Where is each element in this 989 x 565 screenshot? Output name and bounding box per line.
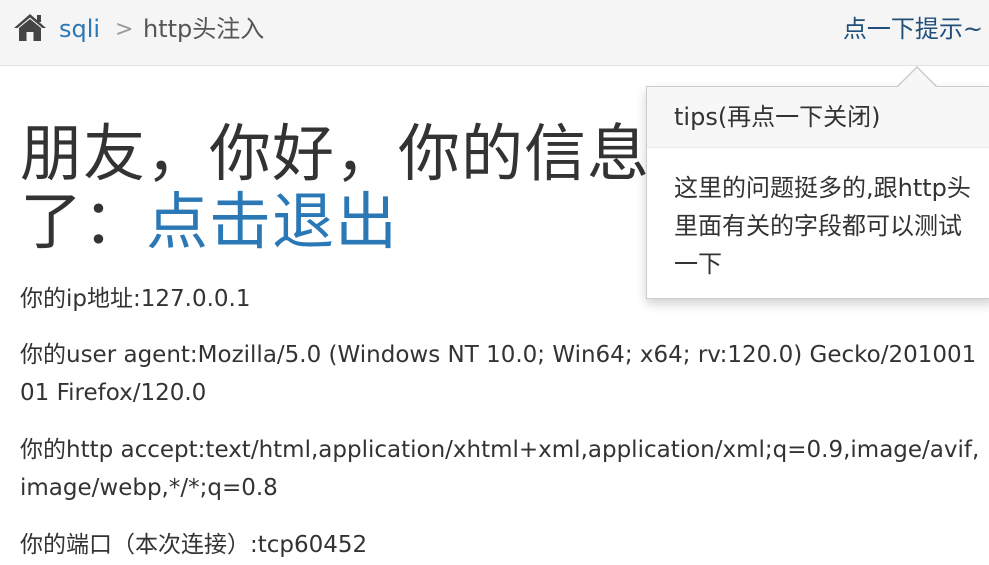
breadcrumb: sqli > http头注入 点一下提示~ (0, 0, 989, 66)
breadcrumb-link-sqli[interactable]: sqli (59, 14, 100, 44)
port-text: 你的端口（本次连接）:tcp60452 (20, 532, 368, 558)
page: sqli > http头注入 点一下提示~ 朋友，你好，你的信息已经被记录了：点… (0, 0, 989, 565)
home-icon[interactable] (13, 12, 47, 42)
popover-content: 这里的问题挺多的,跟http头里面有关的字段都可以测试一下 (674, 174, 971, 278)
popover-arrow-fill (898, 68, 936, 87)
tips-popover: tips(再点一下关闭) 这里的问题挺多的,跟http头里面有关的字段都可以测试… (646, 86, 989, 299)
breadcrumb-current: http头注入 (143, 15, 265, 43)
ip-address-text: 你的ip地址:127.0.0.1 (20, 286, 251, 312)
hint-toggle-link[interactable]: 点一下提示~ (843, 14, 983, 44)
chevron-right-icon: > (115, 17, 134, 42)
logout-link[interactable]: 点击退出 (146, 185, 398, 258)
popover-title[interactable]: tips(再点一下关闭) (647, 87, 989, 148)
user-agent-text: 你的user agent:Mozilla/5.0 (Windows NT 10.… (20, 342, 977, 406)
http-accept-text: 你的http accept:text/html,application/xhtm… (20, 437, 980, 501)
